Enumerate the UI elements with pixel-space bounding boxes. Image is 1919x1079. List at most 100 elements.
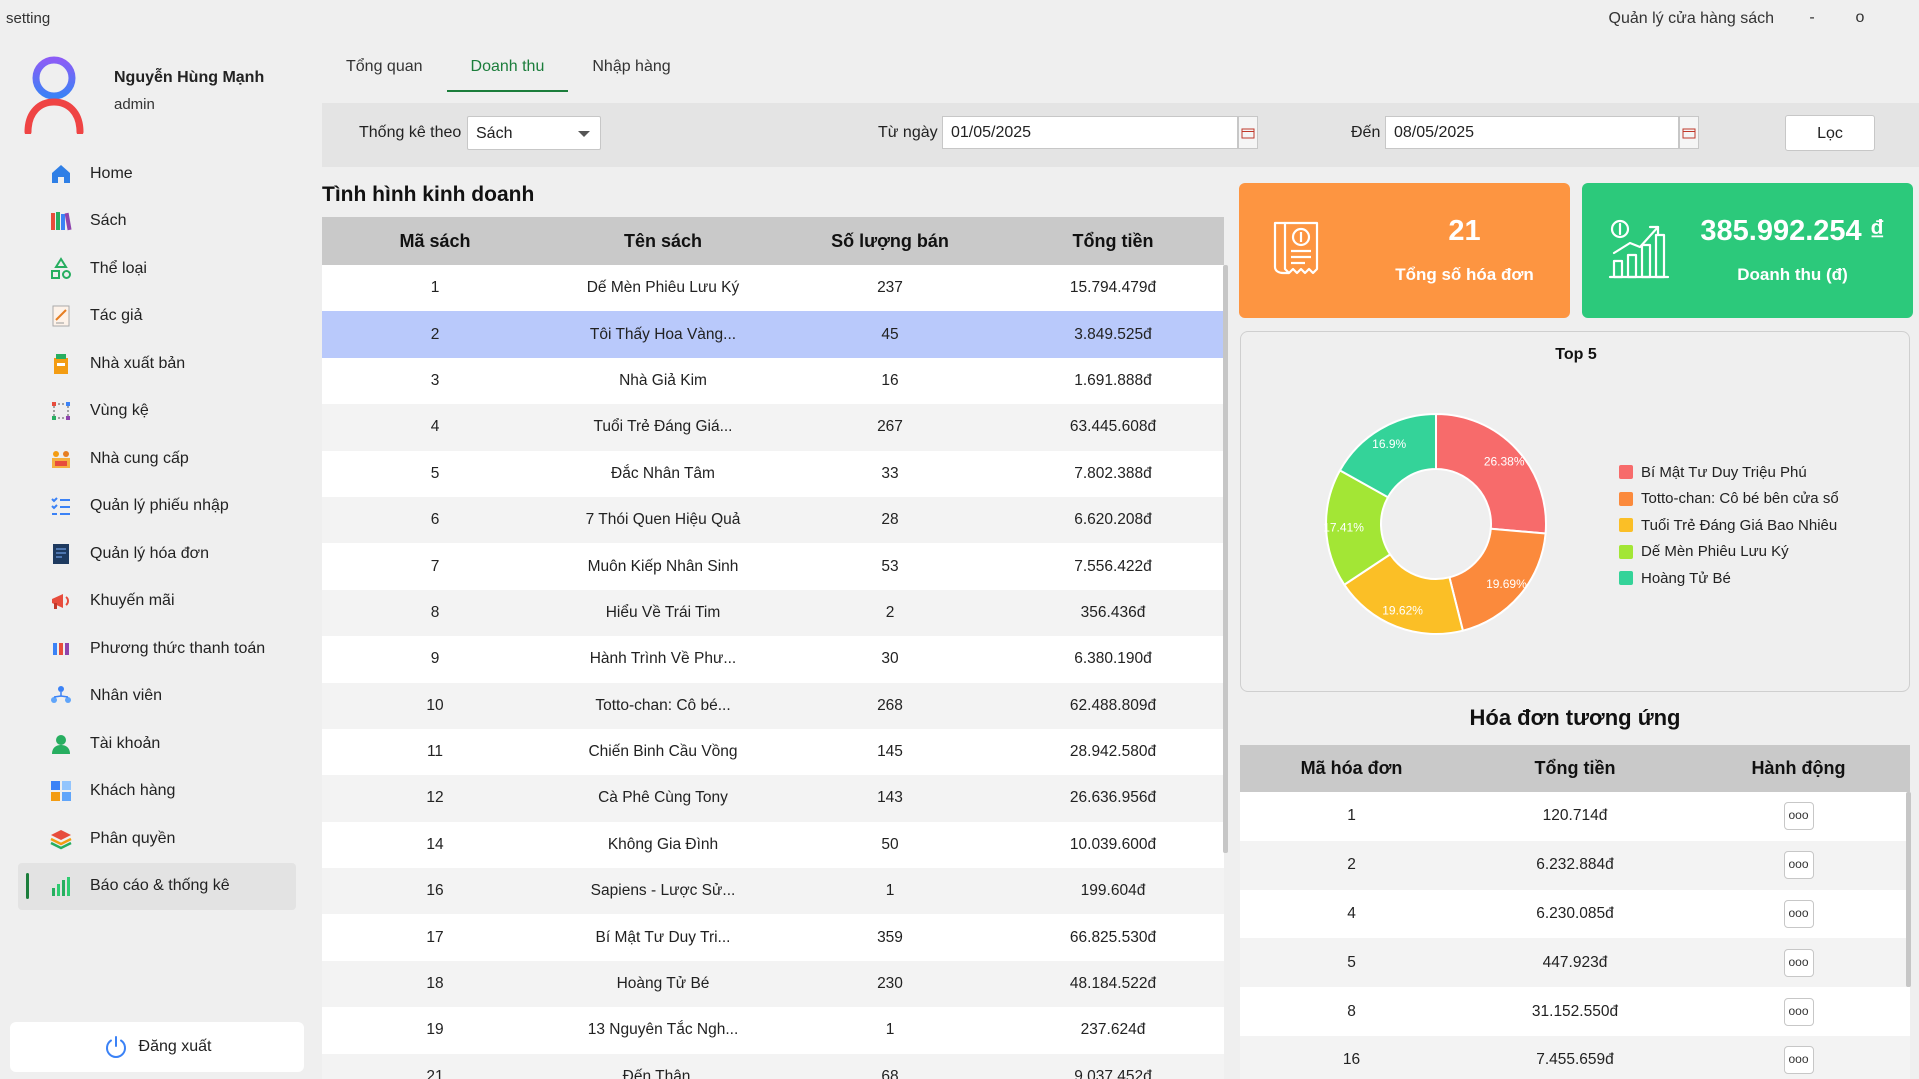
table-cell: Nhà Giả Kim [619, 371, 707, 389]
group-by-select[interactable]: Sách [467, 116, 601, 150]
table-row[interactable]: 17 Bí Mật Tư Duy Tri... 359 66.825.530đ [322, 914, 1224, 961]
column-header[interactable]: Tổng tiền [1463, 758, 1687, 779]
column-header[interactable]: Hành động [1687, 758, 1910, 779]
to-date-input[interactable]: 08/05/2025 [1385, 116, 1679, 149]
legend-item[interactable]: Tuổi Trẻ Đáng Giá Bao Nhiêu [1619, 512, 1839, 539]
sidebar-item-9[interactable]: Quản lý hóa đơn [18, 530, 296, 578]
table-row[interactable]: 7 Muôn Kiếp Nhân Sinh 53 7.556.422đ [322, 543, 1224, 590]
filter-button[interactable]: Lọc [1785, 115, 1875, 151]
scrollbar[interactable] [1223, 265, 1228, 853]
maximize-button[interactable]: o [1845, 9, 1875, 27]
table-cell: 143 [877, 789, 903, 807]
table-row[interactable]: 19 13 Nguyên Tắc Ngh... 1 237.624đ [322, 1007, 1224, 1054]
sidebar-item-7[interactable]: Nhà cung cấp [18, 435, 296, 483]
column-header[interactable]: Tên sách [548, 231, 778, 252]
table-cell: 4 [430, 418, 440, 436]
table-row[interactable]: 8 31.152.550đ ooo [1240, 987, 1910, 1036]
table-row[interactable]: 9 Hành Trình Về Phư... 30 6.380.190đ [322, 636, 1224, 683]
more-actions-button[interactable]: ooo [1783, 948, 1814, 977]
table-row[interactable]: 1 Dế Mèn Phiêu Lưu Ký 237 15.794.479đ [322, 265, 1224, 312]
table-cell: 1 [885, 882, 895, 900]
table-row[interactable]: 16 7.455.659đ ooo [1240, 1035, 1910, 1079]
legend-item[interactable]: Hoàng Tử Bé [1619, 565, 1839, 592]
sidebar-item-13[interactable]: Tài khoản [18, 720, 296, 768]
table-row[interactable]: 10 Totto-chan: Cô bé... 268 62.488.809đ [322, 682, 1224, 729]
logout-button[interactable]: Đăng xuất [10, 1022, 304, 1072]
table-row[interactable]: 12 Cà Phê Cùng Tony 143 26.636.956đ [322, 775, 1224, 822]
table-row[interactable]: 4 Tuổi Trẻ Đáng Giá... 267 63.445.608đ [322, 404, 1224, 451]
from-date-input[interactable]: 01/05/2025 [942, 116, 1238, 149]
tab-2[interactable]: Doanh thu [446, 50, 569, 92]
table-row[interactable]: 4 6.230.085đ ooo [1240, 889, 1910, 939]
column-header[interactable]: Mã sách [322, 231, 548, 252]
account-icon [48, 731, 74, 757]
tab-3[interactable]: Nhập hàng [568, 50, 694, 92]
table-row[interactable]: 16 Sapiens - Lược Sử... 1 199.604đ [322, 868, 1224, 915]
column-header[interactable]: Số lượng bán [778, 231, 1002, 252]
more-actions-button[interactable]: ooo [1783, 899, 1814, 928]
sidebar-item-label: Nhân viên [90, 687, 163, 705]
table-cell: 28.942.580đ [1069, 743, 1157, 761]
column-header[interactable]: Mã hóa đơn [1240, 758, 1463, 779]
more-actions-button[interactable]: ooo [1783, 851, 1814, 880]
table-row[interactable]: 5 Đắc Nhân Tâm 33 7.802.388đ [322, 450, 1224, 497]
table-cell: Tôi Thấy Hoa Vàng... [589, 325, 737, 343]
minimize-button[interactable]: - [1797, 9, 1827, 27]
table-row[interactable]: 6 7 Thói Quen Hiệu Quả 28 6.620.208đ [322, 496, 1224, 544]
sidebar-item-14[interactable]: Khách hàng [18, 768, 296, 816]
sidebar-item-4[interactable]: Tác giả [18, 293, 296, 341]
table-cell: 45 [881, 325, 899, 343]
staff-icon [48, 683, 74, 709]
table-row[interactable]: 2 Tôi Thấy Hoa Vàng... 45 3.849.525đ [322, 311, 1224, 358]
sidebar-item-5[interactable]: Nhà xuất bản [18, 340, 296, 388]
scrollbar[interactable] [1906, 792, 1911, 987]
legend-item[interactable]: Bí Mật Tư Duy Triệu Phú [1619, 459, 1839, 486]
table-body: 1 120.714đ ooo 2 6.232.884đ ooo 4 6.230.085đ ooo… [1240, 792, 1910, 1079]
sidebar-item-12[interactable]: Nhân viên [18, 673, 296, 721]
table-cell: 3 [430, 371, 440, 389]
table-cell: 1 [430, 279, 440, 297]
table-cell: 6 [430, 511, 440, 529]
more-actions-button[interactable]: ooo [1783, 1046, 1814, 1075]
sidebar-item-11[interactable]: Phương thức thanh toán [18, 625, 296, 673]
table-cell: Bí Mật Tư Duy Tri... [595, 928, 731, 946]
table-cell: Muôn Kiếp Nhân Sinh [587, 557, 739, 575]
table-cell: 145 [877, 743, 903, 761]
table-row[interactable]: 5 447.923đ ooo [1240, 938, 1910, 988]
table-row[interactable]: 11 Chiến Binh Cầu Vồng 145 28.942.580đ [322, 728, 1224, 776]
sidebar: Nguyễn Hùng Mạnh admin Home Sách Thể loại T… [0, 36, 310, 1079]
table-row[interactable]: 18 Hoàng Tử Bé 230 48.184.522đ [322, 960, 1224, 1008]
sidebar-item-label: Thể loại [90, 259, 147, 277]
more-actions-button[interactable]: ooo [1783, 802, 1814, 831]
sidebar-item-2[interactable]: Sách [18, 198, 296, 246]
table-cell: 14 [426, 835, 444, 853]
table-row[interactable]: 21 Đến Thân... 68 9.037.452đ [322, 1053, 1224, 1079]
sidebar-item-3[interactable]: Thể loại [18, 245, 296, 293]
table-cell: 62.488.809đ [1069, 696, 1157, 714]
calendar-icon[interactable] [1238, 116, 1258, 149]
table-row[interactable]: 3 Nhà Giả Kim 16 1.691.888đ [322, 357, 1224, 405]
tab-1[interactable]: Tổng quan [322, 50, 447, 92]
sidebar-item-6[interactable]: Vùng kệ [18, 388, 296, 436]
legend-item[interactable]: Totto-chan: Cô bé bên cửa sổ [1619, 486, 1839, 513]
sidebar-item-10[interactable]: Khuyến mãi [18, 578, 296, 626]
sidebar-item-15[interactable]: Phân quyền [18, 815, 296, 863]
slice-label: 16.9% [1372, 437, 1406, 451]
more-actions-button[interactable]: ooo [1783, 997, 1814, 1026]
table-header: Mã sách Tên sách Số lượng bán Tổng tiền [322, 217, 1224, 265]
table-cell: 7.455.659đ [1536, 1051, 1614, 1069]
table-row[interactable]: 14 Không Gia Đình 50 10.039.600đ [322, 821, 1224, 869]
legend-item[interactable]: Dế Mèn Phiêu Lưu Ký [1619, 539, 1839, 566]
home-icon [48, 161, 74, 187]
table-row[interactable]: 1 120.714đ ooo [1240, 792, 1910, 841]
calendar-icon[interactable] [1679, 116, 1699, 149]
table-row[interactable]: 2 6.232.884đ ooo [1240, 840, 1910, 890]
sidebar-item-8[interactable]: Quản lý phiếu nhập [18, 483, 296, 531]
action-cell: ooo [1687, 802, 1910, 831]
table-row[interactable]: 8 Hiểu Về Trái Tim 2 356.436đ [322, 589, 1224, 637]
sidebar-item-16[interactable]: Báo cáo & thống kê [18, 862, 296, 910]
pie-slice[interactable] [1435, 412, 1547, 535]
sidebar-item-1[interactable]: Home [18, 150, 296, 198]
invoice-count-value: 21 [1448, 215, 1481, 247]
column-header[interactable]: Tổng tiền [1002, 231, 1224, 252]
